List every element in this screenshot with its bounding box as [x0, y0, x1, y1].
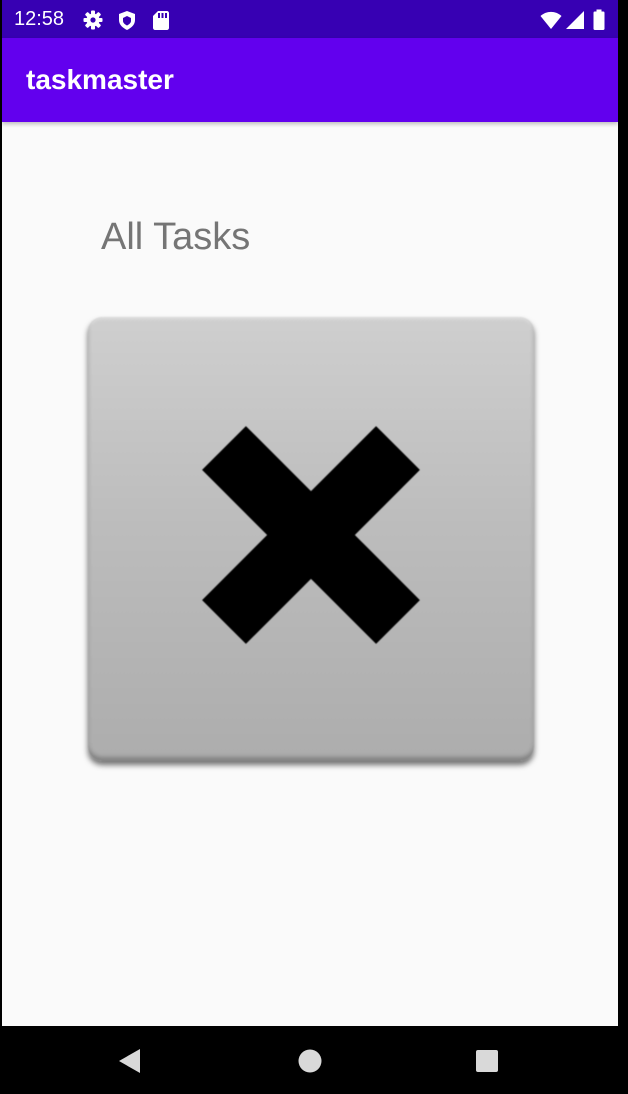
close-image[interactable]: [88, 317, 534, 761]
app-screen: 12:58 taskmaster All Tasks: [2, 0, 618, 1026]
status-time: 12:58: [14, 8, 65, 30]
signal-icon: [564, 9, 586, 31]
page-heading: All Tasks: [101, 216, 251, 258]
navigation-bar: [0, 1026, 628, 1094]
home-icon[interactable]: [295, 1046, 325, 1076]
app-bar: taskmaster: [2, 38, 618, 122]
close-icon: [202, 426, 420, 644]
shield-icon: [116, 9, 138, 31]
gear-icon: [82, 9, 104, 31]
sd-card-icon: [150, 9, 172, 31]
back-icon[interactable]: [116, 1046, 146, 1076]
status-bar: 12:58: [2, 0, 618, 38]
recents-icon[interactable]: [472, 1046, 502, 1076]
app-title: taskmaster: [26, 64, 174, 95]
wifi-icon: [540, 9, 562, 31]
battery-icon: [592, 9, 606, 31]
